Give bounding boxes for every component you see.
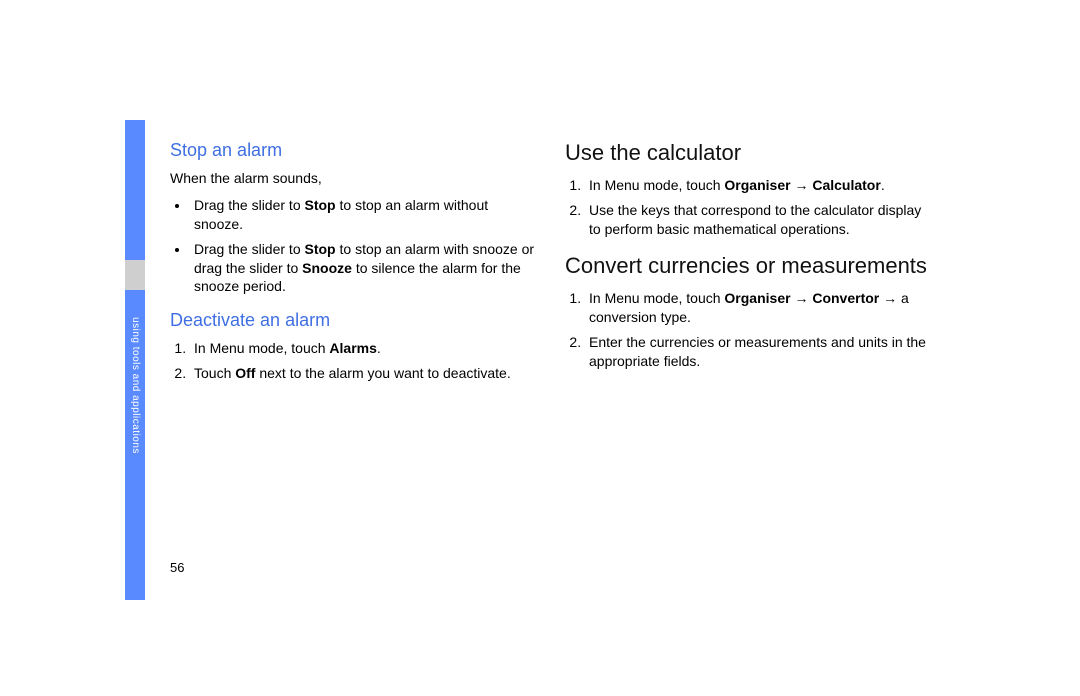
bold-text: Convertor — [812, 290, 879, 306]
text: → — [791, 177, 813, 193]
list-item: Touch Off next to the alarm you want to … — [190, 364, 535, 383]
text: next to the alarm you want to deactivate… — [255, 365, 510, 381]
bold-text: Stop — [305, 197, 336, 213]
convert-steps: In Menu mode, touch Organiser → Converto… — [565, 289, 930, 371]
calculator-steps: In Menu mode, touch Organiser → Calculat… — [565, 176, 930, 239]
text: In Menu mode, touch — [589, 177, 724, 193]
side-tab: using tools and applications — [125, 300, 145, 470]
text: . — [881, 177, 885, 193]
bold-text: Calculator — [812, 177, 880, 193]
left-column: Stop an alarm When the alarm sounds, Dra… — [170, 140, 535, 397]
deactivate-alarm-steps: In Menu mode, touch Alarms. Touch Off ne… — [170, 339, 535, 383]
text: Touch — [194, 365, 235, 381]
text: Drag the slider to — [194, 197, 305, 213]
list-item: Use the keys that correspond to the calc… — [585, 201, 930, 239]
bold-text: Stop — [305, 241, 336, 257]
side-tab-label: using tools and applications — [130, 317, 141, 454]
accent-bar-top — [125, 120, 145, 260]
list-item: In Menu mode, touch Organiser → Calculat… — [585, 176, 930, 195]
bold-text: Alarms — [329, 340, 376, 356]
heading-convert: Convert currencies or measurements — [565, 253, 930, 279]
text: → — [791, 290, 813, 306]
bold-text: Off — [235, 365, 255, 381]
text: Drag the slider to — [194, 241, 305, 257]
bold-text: Organiser — [724, 290, 790, 306]
list-item: Enter the currencies or measurements and… — [585, 333, 930, 371]
text: . — [377, 340, 381, 356]
right-column: Use the calculator In Menu mode, touch O… — [565, 140, 930, 397]
page-number: 56 — [170, 560, 184, 575]
text: Enter the currencies or measurements and… — [589, 334, 926, 369]
bold-text: Organiser — [724, 177, 790, 193]
bold-text: Snooze — [302, 260, 352, 276]
heading-deactivate-alarm: Deactivate an alarm — [170, 310, 535, 331]
list-item: Drag the slider to Stop to stop an alarm… — [190, 240, 535, 297]
list-item: In Menu mode, touch Organiser → Converto… — [585, 289, 930, 327]
page-content: Stop an alarm When the alarm sounds, Dra… — [170, 140, 960, 397]
heading-stop-alarm: Stop an alarm — [170, 140, 535, 161]
accent-bar-gap — [125, 260, 145, 290]
stop-alarm-bullets: Drag the slider to Stop to stop an alarm… — [170, 196, 535, 296]
heading-calculator: Use the calculator — [565, 140, 930, 166]
stop-alarm-intro: When the alarm sounds, — [170, 169, 535, 188]
text: In Menu mode, touch — [194, 340, 329, 356]
list-item: In Menu mode, touch Alarms. — [190, 339, 535, 358]
text: Use the keys that correspond to the calc… — [589, 202, 921, 237]
list-item: Drag the slider to Stop to stop an alarm… — [190, 196, 535, 234]
text: In Menu mode, touch — [589, 290, 724, 306]
